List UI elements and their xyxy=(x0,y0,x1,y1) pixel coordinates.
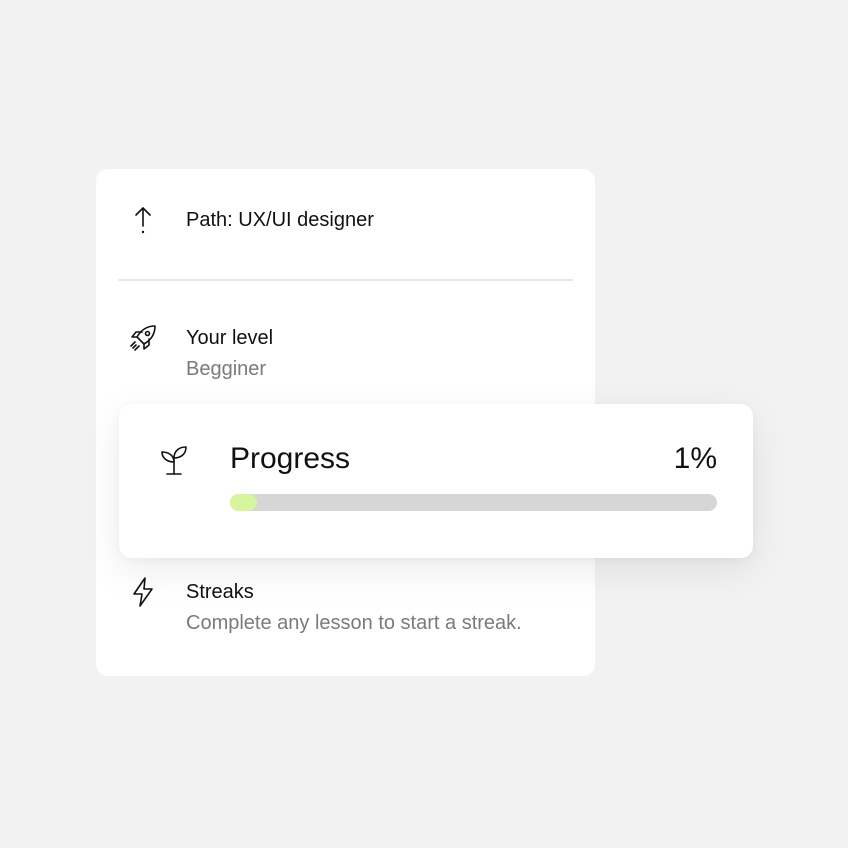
divider xyxy=(118,279,573,281)
sprout-icon xyxy=(157,443,191,477)
streaks-description: Complete any lesson to start a streak. xyxy=(186,612,522,634)
progress-bar-fill xyxy=(230,494,257,511)
streaks-title: Streaks xyxy=(186,581,254,603)
progress-bar xyxy=(230,494,717,511)
path-row[interactable]: Path: UX/UI designer xyxy=(96,201,595,241)
progress-card: Progress 1% xyxy=(119,404,753,558)
level-row: Your level Begginer xyxy=(96,319,595,389)
arrow-up-icon xyxy=(128,205,158,235)
path-label: Path: UX/UI designer xyxy=(186,209,374,231)
level-value: Begginer xyxy=(186,358,267,380)
streaks-row: Streaks Complete any lesson to start a s… xyxy=(96,573,595,643)
progress-title: Progress xyxy=(230,442,351,475)
progress-percent: 1% xyxy=(673,442,717,475)
level-title: Your level xyxy=(186,327,274,349)
rocket-icon xyxy=(128,323,158,353)
lightning-icon xyxy=(128,577,158,607)
